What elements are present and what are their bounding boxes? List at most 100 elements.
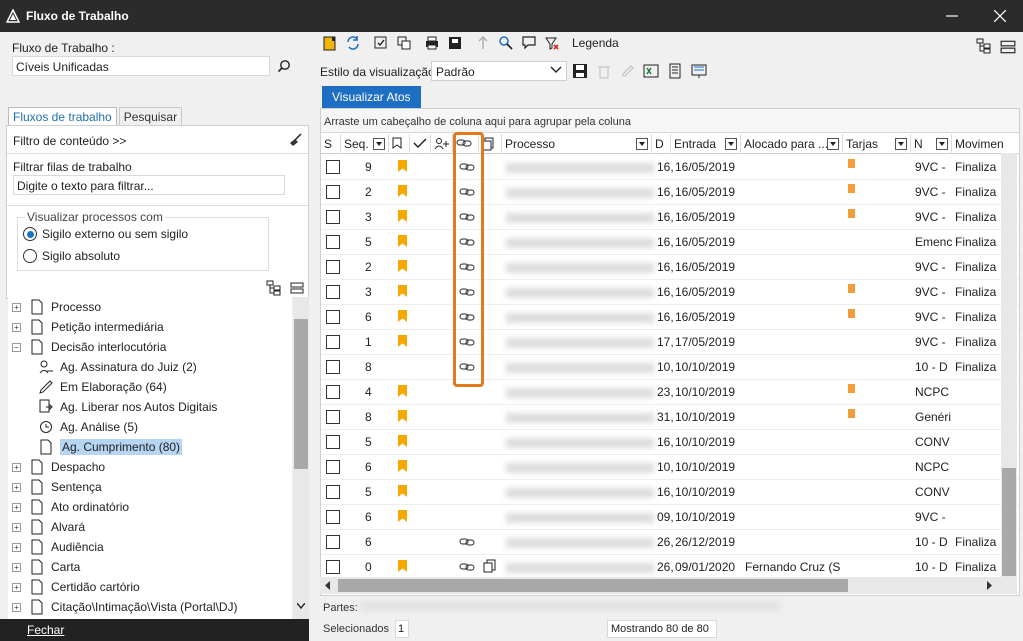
table-row[interactable]: 5 16, 10/10/2019 CONV (321, 480, 1019, 505)
tree-item[interactable]: + Citação\Intimação\Vista (Portal\DJ) (8, 597, 292, 617)
scroll-down-icon[interactable] (297, 603, 305, 609)
grid-hscrollbar[interactable] (320, 577, 1017, 594)
table-row[interactable]: 8 10, 10/10/2019 10 - D Finaliza (321, 355, 1019, 380)
expand-icon[interactable]: + (12, 542, 21, 552)
legenda-button[interactable]: Legenda (572, 36, 619, 50)
row-checkbox[interactable] (326, 510, 340, 524)
filtro-conteudo-toggle[interactable]: Filtro de conteúdo >> (13, 134, 126, 148)
table-row[interactable]: 4 23, 10/10/2019 NCPC (321, 380, 1019, 405)
estilo-select[interactable]: Padrão (431, 61, 567, 81)
scroll-left-icon[interactable] (325, 581, 331, 590)
filtrar-input[interactable]: Digite o texto para filtrar... (13, 175, 285, 195)
expand-icon[interactable]: + (12, 502, 21, 512)
row-checkbox[interactable] (326, 335, 340, 349)
col-header-s[interactable]: S (321, 134, 341, 154)
row-checkbox[interactable] (326, 210, 340, 224)
expand-icon[interactable]: + (12, 582, 21, 592)
col-header-people[interactable] (431, 134, 453, 154)
collapse-tree-icon[interactable] (290, 282, 304, 294)
table-row[interactable]: 8 31, 10/10/2019 Genéri (321, 405, 1019, 430)
check-doc-icon[interactable] (373, 35, 389, 51)
broom-icon[interactable] (289, 133, 303, 147)
print-icon[interactable] (424, 35, 440, 51)
tree-item[interactable]: + Sentença (8, 477, 292, 497)
expand-icon[interactable]: + (12, 322, 21, 332)
col-header-d[interactable]: D (652, 134, 671, 154)
search-icon[interactable] (277, 59, 291, 73)
radio-sigilo-absoluto[interactable]: Sigilo absoluto (23, 249, 120, 263)
col-header-entrada[interactable]: Entrada (671, 134, 741, 154)
table-row[interactable]: 2 16, 16/05/2019 9VC - Finaliza (321, 255, 1019, 280)
row-checkbox[interactable] (326, 535, 340, 549)
expand-icon[interactable]: + (12, 302, 21, 312)
filter-icon[interactable] (936, 138, 948, 150)
tree-item[interactable]: + Ato ordinatório (8, 497, 292, 517)
table-row[interactable]: 6 10, 10/10/2019 NCPC (321, 455, 1019, 480)
row-checkbox[interactable] (326, 435, 340, 449)
remove-icon[interactable] (544, 35, 560, 51)
fechar-button[interactable]: Fechar (27, 623, 64, 637)
row-checkbox[interactable] (326, 235, 340, 249)
copy-icon[interactable] (396, 35, 412, 51)
expand-icon[interactable]: + (12, 602, 21, 612)
comment-icon[interactable] (521, 35, 537, 51)
col-header-tarjas[interactable]: Tarjas (843, 134, 911, 154)
tree-item[interactable]: Em Elaboração (64) (8, 377, 292, 397)
save-icon[interactable] (572, 63, 588, 79)
edit-icon[interactable] (620, 63, 636, 79)
tree-item[interactable]: + Alvará (8, 517, 292, 537)
refresh-icon[interactable] (345, 35, 361, 51)
list-doc-icon[interactable] (667, 63, 683, 79)
doc-copy-icon[interactable] (483, 559, 497, 573)
tree-item[interactable]: Ag. Liberar nos Autos Digitais (8, 397, 292, 417)
close-button[interactable] (977, 0, 1023, 32)
tree-item[interactable]: + Processo (8, 297, 292, 317)
table-row[interactable]: 2 16, 16/05/2019 9VC - Finaliza (321, 180, 1019, 205)
visualizar-atos-button[interactable]: Visualizar Atos (322, 86, 421, 108)
expand-icon[interactable]: + (12, 522, 21, 532)
tree-scroll-thumb[interactable] (294, 319, 308, 469)
tree-item[interactable]: + Audiência (8, 537, 292, 557)
tree-item[interactable]: Ag. Análise (5) (8, 417, 292, 437)
move-up-icon[interactable] (475, 35, 491, 51)
table-row[interactable]: 9 16, 16/05/2019 9VC - Finaliza (321, 155, 1019, 180)
excel-icon[interactable] (643, 63, 659, 79)
table-row[interactable]: 3 16, 16/05/2019 9VC - Finaliza (321, 205, 1019, 230)
grid-hscroll-thumb[interactable] (338, 579, 848, 592)
table-row[interactable]: 1 17, 17/05/2019 9VC - Finaliza (321, 330, 1019, 355)
tree-item[interactable]: + Despacho (8, 457, 292, 477)
col-header-seq[interactable]: Seq. (341, 134, 389, 154)
expand-grid-icon[interactable] (976, 38, 992, 54)
table-row[interactable]: 6 26, 26/12/2019 10 - D Finaliza (321, 530, 1019, 555)
row-checkbox[interactable] (326, 310, 340, 324)
col-header-alocado[interactable]: Alocado para ... (741, 134, 843, 154)
filter-icon[interactable] (636, 138, 648, 150)
table-row[interactable]: 5 16, 16/05/2019 Emenc Finaliza (321, 230, 1019, 255)
row-checkbox[interactable] (326, 460, 340, 474)
tree-item[interactable]: Ag. Cumprimento (80) (8, 437, 292, 457)
row-checkbox[interactable] (326, 160, 340, 174)
filter-icon[interactable] (895, 138, 907, 150)
export-icon[interactable] (447, 35, 463, 51)
fluxo-field[interactable]: Cíveis Unificadas (12, 56, 270, 76)
row-checkbox[interactable] (326, 410, 340, 424)
folder-icon[interactable] (322, 35, 338, 51)
col-header-bookmark[interactable] (389, 134, 410, 154)
filter-icon[interactable] (725, 138, 737, 150)
radio-sigilo-externo[interactable]: Sigilo externo ou sem sigilo (23, 227, 188, 241)
minimize-button[interactable] (929, 0, 975, 32)
tree-item[interactable]: + Carta (8, 557, 292, 577)
row-checkbox[interactable] (326, 260, 340, 274)
collapse-icon[interactable]: − (12, 342, 21, 352)
table-row[interactable]: 5 16, 10/10/2019 CONV (321, 430, 1019, 455)
grid-vscrollbar[interactable] (1001, 153, 1017, 577)
row-checkbox[interactable] (326, 360, 340, 374)
tab-fluxos[interactable]: Fluxos de trabalho (8, 107, 117, 125)
tree-item[interactable]: + Certidão cartório (8, 577, 292, 597)
filter-icon[interactable] (373, 138, 385, 150)
tree-item[interactable]: − Decisão interlocutória (8, 337, 292, 357)
col-header-processo[interactable]: Processo (502, 134, 652, 154)
expand-icon[interactable]: + (12, 482, 21, 492)
col-header-movimento[interactable]: Movimen (952, 134, 1019, 154)
row-checkbox[interactable] (326, 285, 340, 299)
